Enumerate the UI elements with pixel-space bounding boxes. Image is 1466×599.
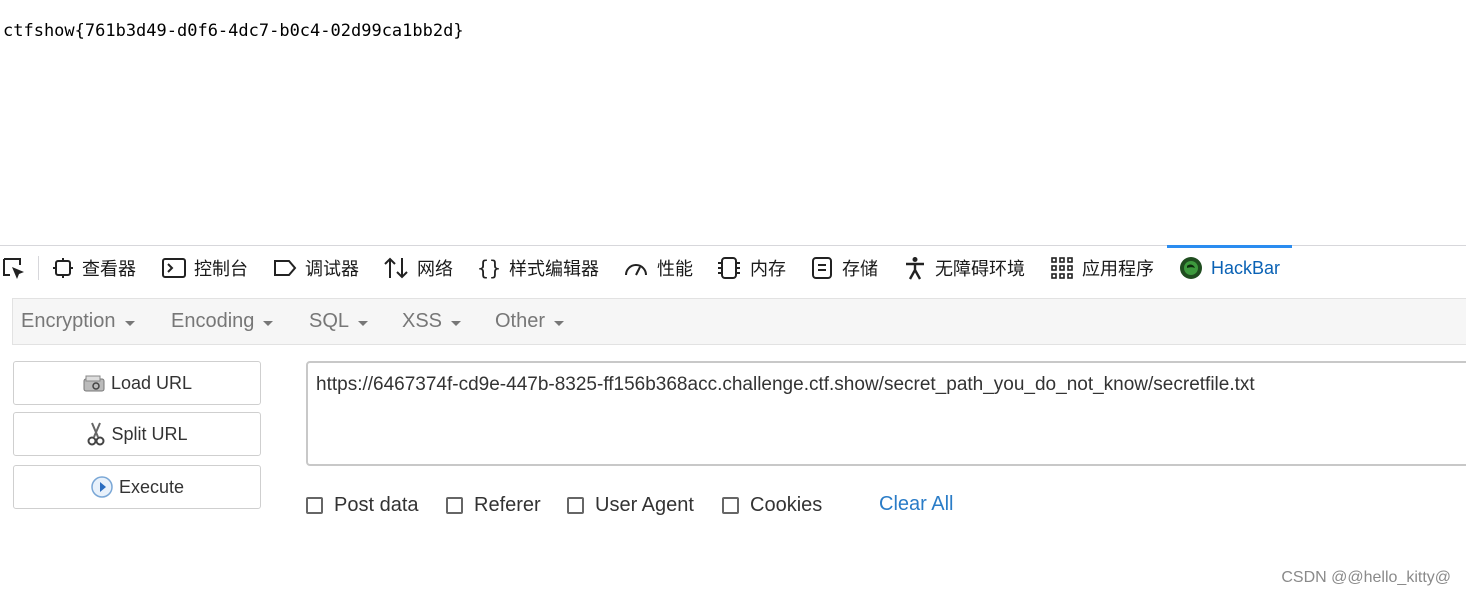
- storage-icon: [812, 257, 832, 279]
- debugger-icon: [274, 260, 297, 276]
- option-label: Referer: [474, 493, 541, 516]
- menu-encoding[interactable]: Encoding: [171, 299, 274, 344]
- play-icon: [91, 476, 113, 498]
- menu-label: Encoding: [171, 310, 255, 332]
- performance-icon: [625, 264, 647, 276]
- svg-text:{}: {}: [477, 256, 501, 280]
- referer-option[interactable]: Referer: [446, 490, 541, 520]
- application-icon: [1051, 257, 1073, 279]
- option-label: Cookies: [750, 493, 823, 516]
- flag-text: ctfshow{761b3d49-d0f6-4dc7-b0c4-02d99ca1…: [3, 21, 464, 41]
- split-url-button[interactable]: Split URL: [13, 412, 261, 456]
- menu-xss[interactable]: XSS: [402, 299, 462, 344]
- chevron-down-icon: [263, 320, 274, 326]
- post-data-option[interactable]: Post data: [306, 490, 419, 520]
- menu-label: Encryption: [21, 310, 116, 332]
- console-icon: [162, 258, 186, 278]
- tab-label: HackBar: [1211, 257, 1281, 278]
- menu-label: XSS: [402, 310, 443, 332]
- tab-debugger[interactable]: 调试器: [273, 246, 359, 290]
- clear-all-link[interactable]: Clear All: [879, 493, 953, 516]
- execute-button[interactable]: Execute: [13, 465, 261, 509]
- post-data-checkbox[interactable]: [306, 496, 323, 514]
- tab-application[interactable]: 应用程序: [1050, 246, 1154, 290]
- tab-hackbar[interactable]: HackBar: [1166, 245, 1293, 290]
- inspector-icon: [53, 258, 73, 278]
- tab-network[interactable]: 网络: [383, 246, 453, 290]
- toolbar-divider: [38, 256, 39, 280]
- tab-style-editor[interactable]: {} 样式编辑器: [477, 246, 599, 290]
- tab-label: 内存: [750, 259, 786, 279]
- referer-checkbox[interactable]: [446, 496, 463, 514]
- option-label: User Agent: [595, 493, 694, 516]
- button-label: Execute: [118, 476, 185, 497]
- watermark: CSDN @@hello_kitty@: [1281, 569, 1451, 586]
- url-textarea[interactable]: https://6467374f-cd9e-447b-8325-ff156b36…: [306, 361, 1466, 466]
- menu-other[interactable]: Other: [495, 299, 565, 344]
- tab-performance[interactable]: 性能: [623, 246, 693, 290]
- chevron-down-icon: [554, 320, 565, 326]
- chevron-down-icon: [358, 320, 369, 326]
- tab-accessibility[interactable]: 无障碍环境: [903, 246, 1025, 290]
- style-editor-icon: {}: [477, 256, 501, 280]
- chevron-down-icon: [124, 320, 135, 326]
- chevron-down-icon: [451, 320, 462, 326]
- menu-encryption[interactable]: Encryption: [21, 299, 135, 344]
- tab-label: 查看器: [82, 259, 136, 279]
- tab-memory[interactable]: 内存: [716, 246, 786, 290]
- tab-label: 样式编辑器: [509, 259, 599, 279]
- hackbar-icon: [1180, 257, 1202, 279]
- element-picker-icon[interactable]: [2, 257, 28, 283]
- tab-label: 应用程序: [1082, 259, 1154, 279]
- hackbar-menubar: Encryption Encoding SQL XSS Other: [12, 298, 1466, 345]
- menu-sql[interactable]: SQL: [309, 299, 369, 344]
- button-label: Split URL: [111, 423, 188, 444]
- network-icon: [384, 257, 408, 279]
- option-label: Post data: [334, 493, 419, 516]
- scissors-icon: [87, 422, 105, 446]
- tab-label: 性能: [657, 259, 693, 279]
- menu-label: SQL: [309, 310, 350, 332]
- memory-icon: [718, 257, 740, 279]
- tab-inspector[interactable]: 查看器: [52, 246, 136, 290]
- tab-label: 无障碍环境: [935, 259, 1025, 279]
- accessibility-icon: [906, 257, 924, 280]
- tab-console[interactable]: 控制台: [162, 246, 248, 290]
- load-url-icon: [83, 375, 105, 392]
- button-label: Load URL: [110, 372, 193, 393]
- tab-storage[interactable]: 存储: [810, 246, 878, 290]
- tab-label: 控制台: [194, 259, 248, 279]
- load-url-button[interactable]: Load URL: [13, 361, 261, 405]
- devtools-toolbar: 查看器 控制台 调试器 网络 {} 样式编辑器 性能 内存 存储 无障碍环境 应…: [0, 245, 1466, 290]
- cookies-option[interactable]: Cookies: [722, 490, 822, 520]
- user-agent-checkbox[interactable]: [567, 496, 584, 514]
- user-agent-option[interactable]: User Agent: [567, 490, 694, 520]
- tab-label: 存储: [842, 259, 878, 279]
- tab-label: 调试器: [305, 259, 359, 279]
- tab-label: 网络: [417, 259, 453, 279]
- menu-label: Other: [495, 310, 546, 332]
- cookies-checkbox[interactable]: [722, 496, 739, 514]
